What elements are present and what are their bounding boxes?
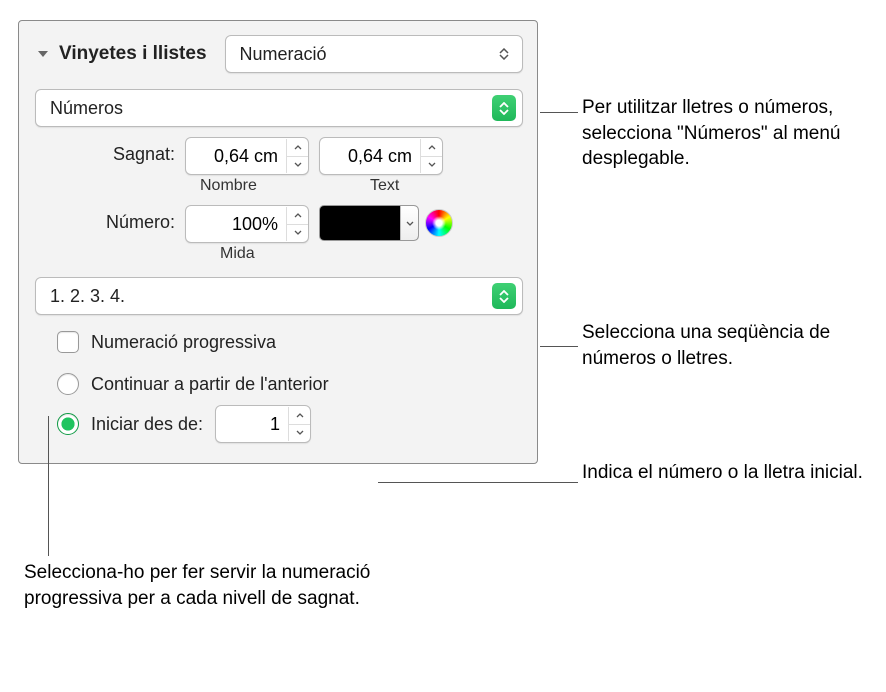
lead-line xyxy=(540,112,578,113)
size-stepper[interactable] xyxy=(185,205,309,243)
continue-row: Continuar a partir de l'anterior xyxy=(35,373,523,395)
panel-header: Vinyetes i llistes Numeració xyxy=(35,35,523,73)
stepper-down[interactable] xyxy=(287,157,308,174)
number-indent-stepper[interactable] xyxy=(185,137,309,175)
stepper-arrows xyxy=(420,139,442,173)
number-label: Número: xyxy=(75,205,175,233)
continue-radio[interactable] xyxy=(57,373,79,395)
tiered-numbers-row: Numeració progressiva xyxy=(35,331,523,353)
color-wheel-icon[interactable] xyxy=(425,209,453,237)
tiered-numbers-label: Numeració progressiva xyxy=(91,332,276,353)
number-sublabel: Nombre xyxy=(185,177,315,195)
lead-line xyxy=(540,346,578,347)
lead-line xyxy=(48,416,49,556)
stepper-arrows xyxy=(286,207,308,241)
number-indent-input[interactable] xyxy=(186,139,286,173)
stepper-arrows xyxy=(288,407,310,441)
stepper-up[interactable] xyxy=(287,139,308,157)
size-sublabel: Mida xyxy=(185,245,315,263)
callout-format-popup: Per utilitzar lletres o números, selecci… xyxy=(582,95,882,172)
start-from-radio[interactable] xyxy=(57,413,79,435)
text-sublabel: Text xyxy=(325,177,455,195)
color-swatch-dropdown[interactable] xyxy=(400,206,418,240)
continue-label: Continuar a partir de l'anterior xyxy=(91,374,329,395)
stepper-down[interactable] xyxy=(421,157,442,174)
stepper-up[interactable] xyxy=(289,407,310,425)
start-from-row: Iniciar des de: xyxy=(35,405,523,443)
stepper-up[interactable] xyxy=(421,139,442,157)
callout-start-from: Indica el número o la lletra inicial. xyxy=(582,460,863,486)
callout-sequence: Selecciona una seqüència de números o ll… xyxy=(582,320,882,371)
size-input[interactable] xyxy=(186,207,286,241)
section-title: Vinyetes i llistes xyxy=(59,43,207,65)
indent-sublabels: Nombre Text xyxy=(35,177,523,195)
indent-label: Sagnat: xyxy=(75,137,175,165)
stepper-up[interactable] xyxy=(287,207,308,225)
indent-row: Sagnat: xyxy=(35,137,523,175)
list-type-value: Numeració xyxy=(240,44,327,65)
sequence-popup[interactable]: 1. 2. 3. 4. xyxy=(35,277,523,315)
color-swatch[interactable] xyxy=(319,205,419,241)
bullets-lists-panel: Vinyetes i llistes Numeració Números Sag… xyxy=(18,20,538,464)
number-format-value: Números xyxy=(50,98,123,119)
stepper-arrows xyxy=(286,139,308,173)
sequence-value: 1. 2. 3. 4. xyxy=(50,286,125,307)
start-from-label: Iniciar des de: xyxy=(91,414,203,435)
text-indent-input[interactable] xyxy=(320,139,420,173)
number-format-popup[interactable]: Números xyxy=(35,89,523,127)
text-indent-stepper[interactable] xyxy=(319,137,443,175)
size-sublabel-row: Mida xyxy=(35,245,523,263)
callout-tiered: Selecciona-ho per fer servir la numeraci… xyxy=(24,560,384,611)
disclosure-triangle[interactable] xyxy=(35,46,51,62)
start-from-stepper[interactable] xyxy=(215,405,311,443)
tiered-numbers-checkbox[interactable] xyxy=(57,331,79,353)
popup-indicator-icon xyxy=(492,283,516,309)
color-swatch-body xyxy=(320,206,400,240)
popup-chevrons-icon xyxy=(492,40,516,68)
stepper-down[interactable] xyxy=(289,425,310,442)
list-type-popup[interactable]: Numeració xyxy=(225,35,523,73)
lead-line xyxy=(378,482,578,483)
stepper-down[interactable] xyxy=(287,225,308,242)
number-row: Número: xyxy=(35,205,523,243)
popup-indicator-icon xyxy=(492,95,516,121)
start-from-input[interactable] xyxy=(216,407,288,441)
